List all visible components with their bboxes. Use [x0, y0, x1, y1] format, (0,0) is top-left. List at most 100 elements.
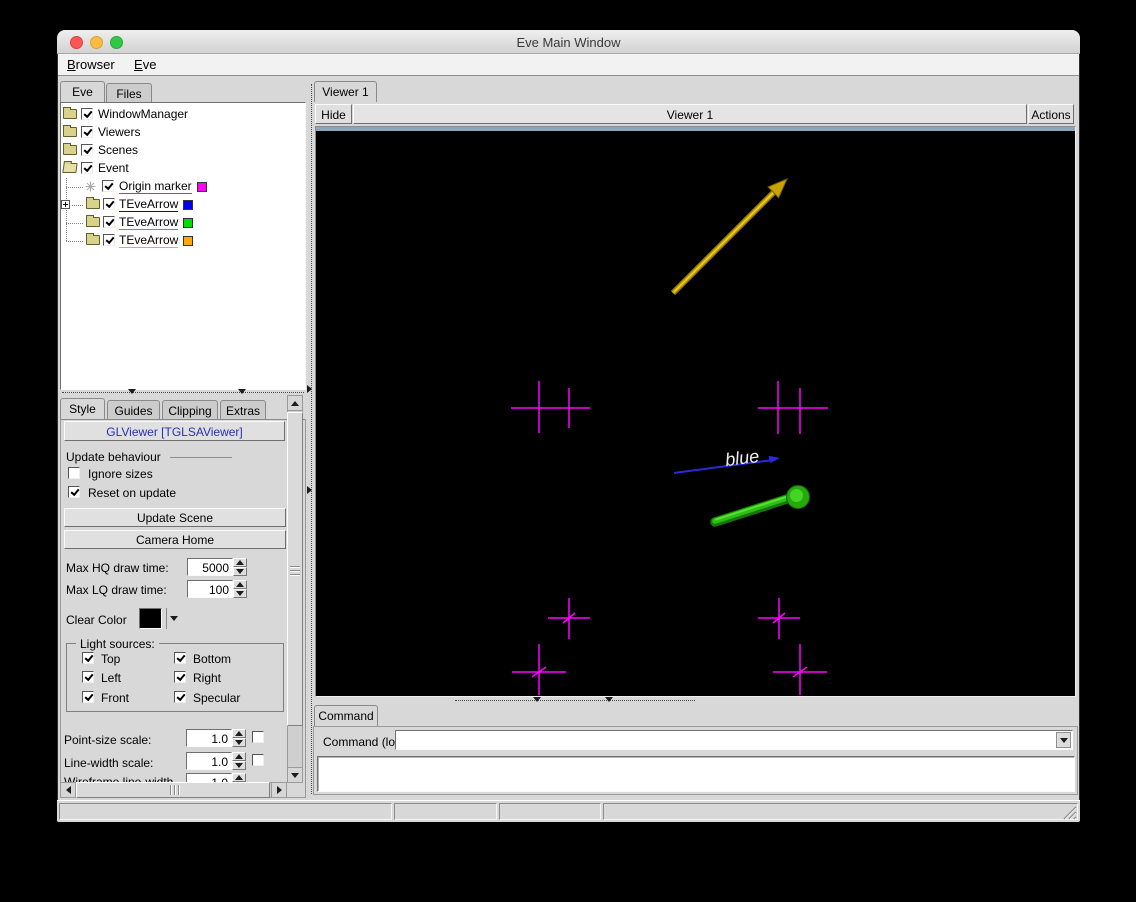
folder-icon	[63, 107, 77, 119]
command-dropdown[interactable]	[1056, 732, 1071, 748]
folder-icon	[86, 215, 100, 227]
spinner-up-icon[interactable]	[232, 773, 246, 782]
actions-button[interactable]: Actions	[1028, 104, 1074, 124]
light-front-checkbox[interactable]	[82, 691, 94, 703]
spinner-down-icon[interactable]	[233, 567, 247, 576]
tree-checkbox[interactable]	[103, 198, 115, 210]
spinner-down-icon[interactable]	[233, 589, 247, 598]
tab-viewer-1[interactable]: Viewer 1	[314, 81, 377, 102]
light-specular-checkbox[interactable]	[174, 691, 186, 703]
command-output[interactable]	[317, 756, 1075, 792]
line-width-entry[interactable]: 1.0	[186, 752, 232, 770]
tab-guides[interactable]: Guides	[107, 400, 160, 419]
tree-item-label[interactable]: Viewers	[98, 125, 140, 140]
light-bottom-checkbox[interactable]	[174, 652, 186, 664]
splitter-arrow-icon	[307, 486, 312, 494]
tab-command[interactable]: Command	[314, 705, 378, 726]
command-input-field[interactable]	[397, 732, 1055, 748]
tree-item-label[interactable]: Scenes	[98, 143, 138, 158]
point-size-checkbox[interactable]	[252, 731, 264, 743]
scroll-left-icon[interactable]	[60, 782, 76, 798]
reset-on-update-checkbox[interactable]	[68, 486, 80, 498]
scroll-right-icon[interactable]	[271, 782, 287, 798]
scrollbar-thumb[interactable]	[76, 782, 270, 798]
tree-row-tevearrow-green[interactable]: TEveArrow	[60, 214, 304, 232]
tab-files[interactable]: Files	[106, 83, 152, 102]
tree-checkbox[interactable]	[81, 108, 93, 120]
color-chip[interactable]	[196, 181, 207, 192]
spinner-up-icon[interactable]	[232, 752, 246, 761]
viewer-title-bar[interactable]: Viewer 1	[353, 104, 1027, 124]
green-arrow[interactable]	[710, 485, 810, 527]
splitter-handle[interactable]	[455, 700, 695, 701]
scroll-up-icon[interactable]	[287, 395, 303, 411]
hide-button[interactable]: Hide	[315, 104, 352, 124]
expand-icon[interactable]	[61, 200, 70, 209]
line-width-checkbox[interactable]	[252, 754, 264, 766]
tree-item-label[interactable]: TEveArrow	[119, 233, 179, 248]
color-chip[interactable]	[183, 199, 194, 210]
tree-item-label[interactable]: TEveArrow	[119, 197, 179, 212]
command-input[interactable]	[395, 730, 1073, 750]
tab-clipping[interactable]: Clipping	[162, 400, 218, 419]
yellow-arrow[interactable]	[670, 178, 788, 296]
clear-color-swatch[interactable]	[139, 608, 162, 629]
tree-checkbox[interactable]	[103, 216, 115, 228]
gl-viewport[interactable]: blue	[315, 126, 1076, 697]
tree-checkbox[interactable]	[81, 162, 93, 174]
tree-item-label[interactable]: Origin marker	[119, 179, 192, 194]
tree-checkbox[interactable]	[81, 144, 93, 156]
tab-extras[interactable]: Extras	[220, 400, 266, 419]
spinner-down-icon[interactable]	[232, 738, 246, 747]
light-top-checkbox[interactable]	[82, 652, 94, 664]
tree-item-label[interactable]: Event	[98, 161, 129, 176]
open-folder-icon	[62, 163, 78, 173]
tree-row-origin-marker[interactable]: Origin marker	[60, 178, 304, 196]
menu-item-eve[interactable]: Eve	[134, 57, 156, 72]
tree-row-tevearrow-blue[interactable]: TEveArrow	[60, 196, 304, 214]
spinner-up-icon[interactable]	[233, 580, 247, 589]
clear-color-dropdown[interactable]	[166, 608, 181, 629]
max-hq-entry[interactable]: 5000	[187, 558, 233, 576]
tree-item-label[interactable]: WindowManager	[98, 107, 188, 122]
glviewer-button[interactable]: GLViewer [TGLSAViewer]	[64, 421, 285, 441]
tree-row-windowmanager[interactable]: WindowManager	[60, 106, 304, 124]
spinner-up-icon[interactable]	[232, 729, 246, 738]
light-right-checkbox[interactable]	[174, 671, 186, 683]
tab-eve[interactable]: Eve	[60, 81, 105, 102]
wireframe-entry[interactable]: 1.0	[186, 773, 232, 782]
menu-bar: Browser Eve	[58, 54, 1079, 76]
resize-grip-icon[interactable]	[1061, 804, 1077, 820]
tree-checkbox[interactable]	[81, 126, 93, 138]
tree-checkbox[interactable]	[103, 234, 115, 246]
update-scene-button[interactable]: Update Scene	[64, 508, 286, 527]
spinner-up-icon[interactable]	[233, 558, 247, 567]
ignore-sizes-checkbox[interactable]	[68, 467, 80, 479]
scroll-down-icon[interactable]	[287, 767, 303, 783]
folder-icon	[86, 197, 100, 209]
wireframe-row: Wireframe line-width 1.0	[60, 770, 286, 782]
point-size-entry[interactable]: 1.0	[186, 729, 232, 747]
menu-item-browser[interactable]: Browser	[67, 57, 115, 72]
title-bar[interactable]: Eve Main Window	[57, 30, 1080, 54]
spinner-down-icon[interactable]	[232, 761, 246, 770]
max-lq-entry[interactable]: 100	[187, 580, 233, 598]
splitter-handle[interactable]	[62, 392, 304, 393]
tree-row-event[interactable]: Event	[60, 160, 304, 178]
folder-icon	[63, 125, 77, 137]
status-cell	[499, 803, 601, 820]
scrollbar-thumb[interactable]	[287, 412, 303, 726]
camera-home-button[interactable]: Camera Home	[64, 530, 286, 549]
panel-splitter-handle[interactable]	[311, 84, 312, 794]
tree-item-label[interactable]: TEveArrow	[119, 215, 179, 230]
tree-row-viewers[interactable]: Viewers	[60, 124, 304, 142]
tree-row-tevearrow-yellow[interactable]: TEveArrow	[60, 232, 304, 250]
splitter-arrow-icon	[307, 385, 312, 393]
light-left-checkbox[interactable]	[82, 671, 94, 683]
tree-checkbox[interactable]	[102, 180, 114, 192]
tab-style[interactable]: Style	[60, 398, 105, 419]
color-chip[interactable]	[183, 217, 194, 228]
gl-scene[interactable]: blue	[316, 131, 1075, 696]
tree-row-scenes[interactable]: Scenes	[60, 142, 304, 160]
color-chip[interactable]	[183, 235, 194, 246]
